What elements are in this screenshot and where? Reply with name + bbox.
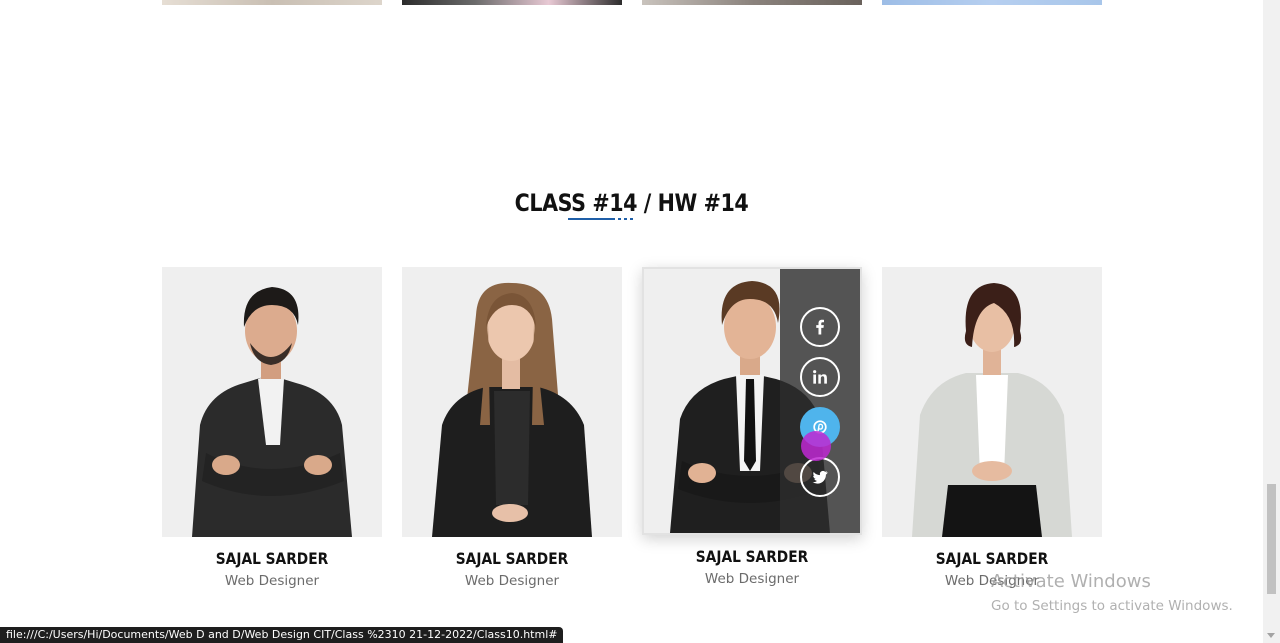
scrollbar-thumb[interactable] <box>1267 484 1276 594</box>
pinterest-icon <box>813 420 827 434</box>
member-role: Web Designer <box>224 573 320 589</box>
title-underline <box>568 218 615 220</box>
team-card[interactable]: SAJAL SARDER Web Designer <box>882 267 1102 591</box>
team-photo <box>642 267 862 535</box>
gallery-thumb[interactable] <box>882 0 1102 5</box>
linkedin-button[interactable] <box>800 357 840 397</box>
scroll-down-arrow-icon[interactable] <box>1267 633 1275 638</box>
gallery-thumb[interactable] <box>162 0 382 5</box>
person-photo <box>192 287 352 537</box>
member-role: Web Designer <box>704 571 800 587</box>
windows-activation-watermark: Activate Windows Go to Settings to activ… <box>991 570 1233 616</box>
page: CLASS #14 / HW #14 SAJAL SARDER Web Desi… <box>0 0 1280 643</box>
facebook-icon <box>816 319 824 335</box>
person-photo <box>432 282 592 537</box>
section-title: CLASS #14 / HW #14 <box>514 189 749 217</box>
vertical-scrollbar[interactable] <box>1263 0 1280 643</box>
watermark-title: Activate Windows <box>991 571 1151 592</box>
person-photo <box>912 283 1072 537</box>
team-card[interactable]: SAJAL SARDER Web Designer <box>162 267 382 591</box>
member-name: SAJAL SARDER <box>455 549 569 568</box>
team-photo <box>162 267 382 537</box>
gallery-thumb[interactable] <box>402 0 622 5</box>
twitter-button[interactable] <box>800 457 840 497</box>
team-card-hovered[interactable]: SAJAL SARDER Web Designer <box>642 267 862 589</box>
member-name: SAJAL SARDER <box>695 547 809 566</box>
social-overlay <box>780 269 860 533</box>
linkedin-icon <box>813 370 827 384</box>
title-underline-dots <box>618 218 633 220</box>
member-name: SAJAL SARDER <box>215 549 329 568</box>
status-bar-url: file:///C:/Users/Hi/Documents/Web D and … <box>0 627 564 643</box>
facebook-button[interactable] <box>800 307 840 347</box>
member-role: Web Designer <box>464 573 560 589</box>
watermark-subtitle: Go to Settings to activate Windows. <box>991 598 1233 614</box>
member-name: SAJAL SARDER <box>935 549 1049 568</box>
pinterest-button[interactable] <box>800 407 840 447</box>
team-photo <box>882 267 1102 537</box>
twitter-icon <box>812 470 828 484</box>
team-photo <box>402 267 622 537</box>
team-card[interactable]: SAJAL SARDER Web Designer <box>402 267 622 591</box>
gallery-thumb[interactable] <box>642 0 862 5</box>
